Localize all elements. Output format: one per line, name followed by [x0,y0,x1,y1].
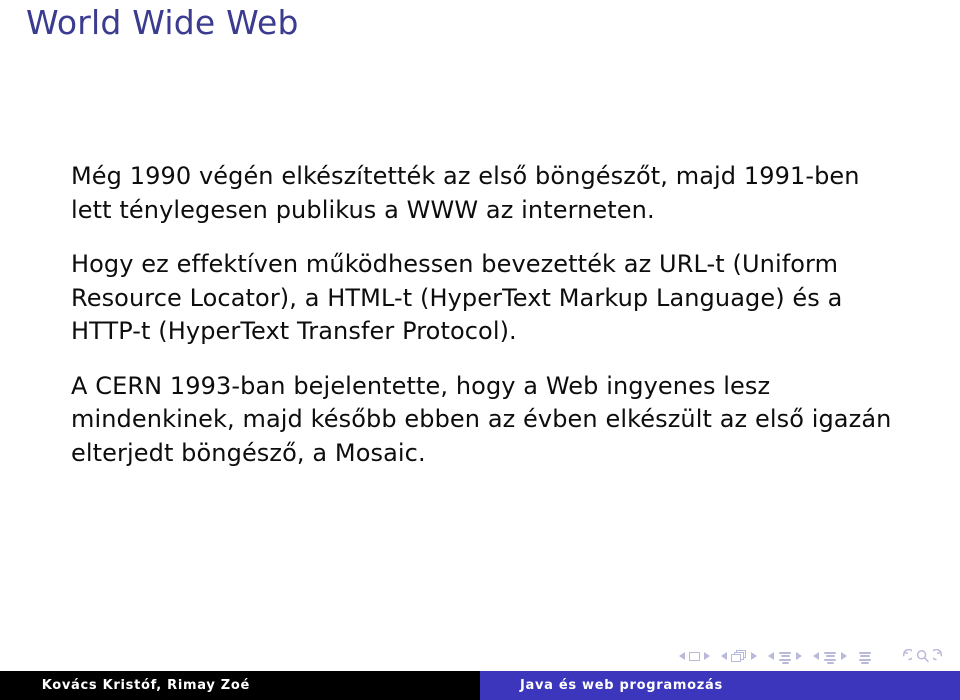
slide-icon[interactable] [689,651,700,661]
paragraph-line: Hogy ez effektíven működhessen bevezetté… [71,250,839,278]
slide-footer: Kovács Kristóf, Rimay Zoé Java és web pr… [0,671,960,700]
subsection-icon[interactable] [778,649,792,664]
frame-icon[interactable] [731,650,747,663]
body-paragraph-3: A CERN 1993-ban bejelentette, hogy a Web… [71,370,901,471]
next-subsection-icon[interactable] [796,652,802,661]
beamer-navigation-symbols[interactable] [679,649,948,664]
body-paragraph-2: Hogy ez effektíven működhessen bevezetté… [71,248,901,349]
footer-presentation-title: Java és web programozás [520,678,723,693]
section-icon[interactable] [823,649,837,664]
section-navigation[interactable] [813,649,847,664]
paragraph-line: Resource Locator), a HTML-t (HyperText M… [71,283,843,312]
paragraph-line: HTTP-t (HyperText Transfer Protocol). [71,317,517,345]
next-slide-icon[interactable] [704,652,710,661]
next-frame-icon[interactable] [751,652,757,661]
go-back-icon[interactable] [897,649,915,663]
next-section-icon[interactable] [841,652,847,661]
slide-body: Még 1990 végén elkészítették az első bön… [71,160,901,470]
presentation-slide: World Wide Web Még 1990 végén elkészítet… [0,0,960,700]
previous-subsection-icon[interactable] [768,652,774,661]
footer-author-section: Kovács Kristóf, Rimay Zoé [0,671,480,700]
previous-section-icon[interactable] [813,652,819,661]
document-navigation[interactable] [858,649,872,664]
paragraph-line: elterjedt böngésző, a Mosaic. [71,438,426,467]
search-icon[interactable] [915,649,930,663]
frame-navigation[interactable] [721,650,757,663]
previous-slide-icon[interactable] [679,652,685,661]
paragraph-line: A CERN 1993-ban bejelentette, hogy a Web… [71,371,771,400]
footer-title-section: Java és web programozás [480,671,960,700]
paragraph-line: mindenkinek, majd később ebben az évben … [71,405,892,433]
document-icon[interactable] [858,649,872,664]
slide-navigation[interactable] [679,651,710,661]
go-forward-icon[interactable] [930,649,948,663]
history-navigation[interactable] [897,649,948,663]
slide-title: World Wide Web [26,3,299,42]
paragraph-line: Még 1990 végén elkészítették az első bön… [71,162,860,190]
subsection-navigation[interactable] [768,649,802,664]
footer-authors: Kovács Kristóf, Rimay Zoé [41,678,250,693]
body-paragraph-1: Még 1990 végén elkészítették az első bön… [71,160,901,227]
previous-frame-icon[interactable] [721,652,727,661]
paragraph-line: lett ténylegesen publikus a WWW az inter… [71,195,655,224]
